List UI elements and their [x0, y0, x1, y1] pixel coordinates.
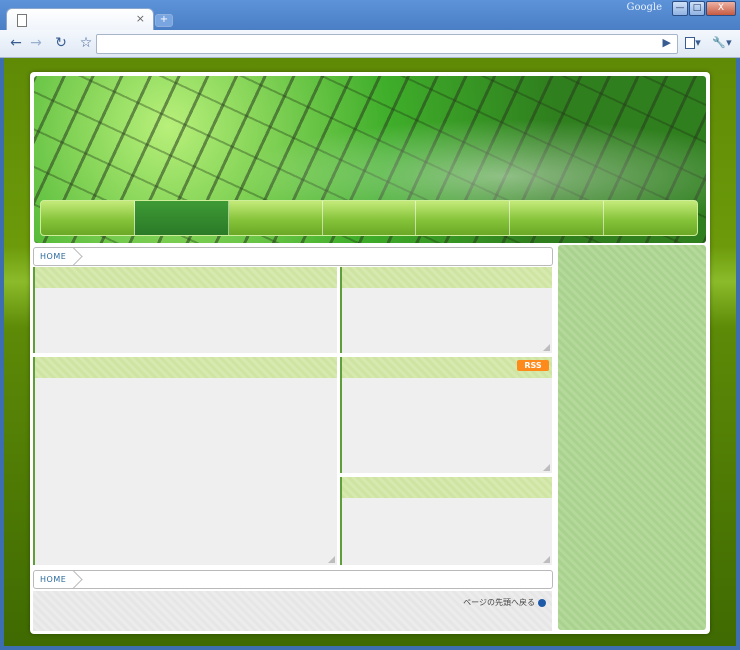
nav-item-5[interactable]: [416, 201, 511, 235]
content-panel-top-left: [33, 267, 337, 353]
window-close-button[interactable]: X: [706, 1, 736, 16]
back-button[interactable]: ←: [8, 34, 24, 52]
page-menu-chevron-icon: ▾: [695, 36, 701, 49]
nav-item-7[interactable]: [604, 201, 697, 235]
bookmark-star-icon[interactable]: ☆: [77, 34, 95, 52]
new-tab-button[interactable]: +: [155, 14, 173, 27]
arrow-circle-icon: [538, 598, 546, 607]
back-to-top-link[interactable]: ページの先頭へ戻る: [463, 597, 546, 608]
panel-header: RSS: [342, 357, 552, 378]
back-to-top-label: ページの先頭へ戻る: [463, 598, 535, 607]
content-panel-main: [33, 357, 337, 565]
wrench-icon: 🔧: [712, 36, 727, 49]
page-footer: ページの先頭へ戻る: [33, 591, 552, 631]
tools-menu-chevron-icon: ▾: [726, 36, 732, 49]
browser-titlebar: × + Google — □ X: [0, 0, 740, 33]
breadcrumb-home-link[interactable]: HOME: [34, 571, 76, 588]
panel-header: [342, 477, 552, 498]
breadcrumb-bottom: HOME: [33, 570, 553, 589]
page-icon: [17, 14, 27, 27]
panel-header: [342, 267, 552, 288]
address-bar[interactable]: ▶: [96, 34, 678, 54]
corner-fold-icon: [543, 464, 550, 471]
site-container: HOME RSS HOME ページの先頭へ戻る: [30, 72, 710, 634]
breadcrumb-home-link[interactable]: HOME: [34, 248, 76, 265]
content-panel-top-right: [340, 267, 552, 353]
reload-button[interactable]: ↻: [52, 34, 70, 52]
corner-fold-icon: [543, 344, 550, 351]
panel-header: [35, 267, 337, 288]
content-panel-rss: RSS: [340, 357, 552, 473]
corner-fold-icon: [328, 556, 335, 563]
tab-close-icon[interactable]: ×: [136, 12, 145, 25]
global-nav: [40, 200, 698, 236]
tools-menu-button[interactable]: 🔧▾: [710, 34, 734, 52]
page-viewport: HOME RSS HOME ページの先頭へ戻る: [4, 58, 736, 646]
maximize-button[interactable]: □: [689, 1, 705, 16]
corner-fold-icon: [543, 556, 550, 563]
panel-header: [35, 357, 337, 378]
sidebar: [558, 245, 706, 630]
breadcrumb-top: HOME: [33, 247, 553, 266]
browser-brand: Google: [626, 2, 662, 13]
page-menu-icon: [685, 37, 696, 49]
forward-button[interactable]: →: [28, 34, 44, 52]
minimize-button[interactable]: —: [672, 1, 688, 16]
nav-item-1[interactable]: [41, 201, 135, 235]
nav-item-4[interactable]: [323, 201, 417, 235]
rss-icon[interactable]: RSS: [517, 360, 549, 371]
nav-item-2-active[interactable]: [134, 201, 229, 235]
browser-toolbar: ← → ↻ ☆ ▶ ▾ 🔧▾: [0, 30, 740, 58]
go-arrow-icon[interactable]: ▶: [663, 36, 671, 49]
nav-item-3[interactable]: [229, 201, 323, 235]
nav-item-6[interactable]: [510, 201, 605, 235]
content-panel-bottom-right: [340, 477, 552, 565]
page-menu-button[interactable]: ▾: [682, 34, 704, 52]
header-banner: [34, 76, 706, 243]
